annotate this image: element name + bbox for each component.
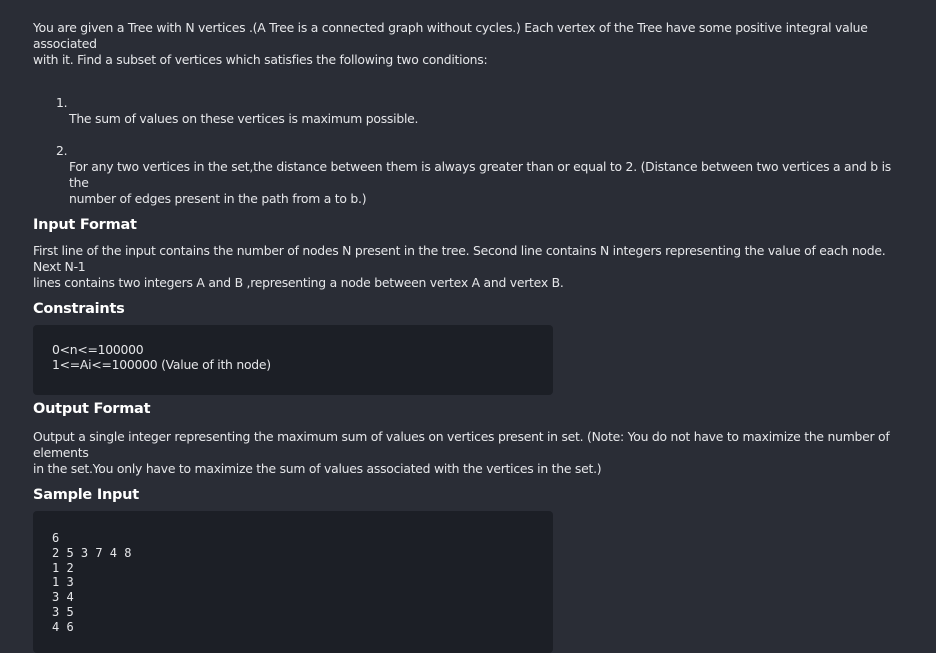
output-format-heading: Output Format	[33, 401, 151, 417]
input-format-text: First line of the input contains the num…	[33, 243, 886, 290]
constraints-code-block: 0<n<=100000 1<=Ai<=100000 (Value of ith …	[33, 325, 553, 395]
sample-input-heading: Sample Input	[33, 487, 139, 503]
input-format-heading: Input Format	[33, 217, 137, 233]
conditions-list: 1. The sum of values on these vertices i…	[33, 79, 913, 207]
condition-item: 1. The sum of values on these vertices i…	[56, 79, 913, 127]
condition-number: 1.	[56, 95, 68, 110]
problem-statement: You are given a Tree with N vertices .(A…	[33, 20, 913, 653]
constraints-heading: Constraints	[33, 301, 125, 317]
constraints-text: 0<n<=100000 1<=Ai<=100000 (Value of ith …	[52, 342, 271, 372]
sample-input-code-block: 6 2 5 3 7 4 8 1 2 1 3 3 4 3 5 4 6	[33, 511, 553, 653]
condition-text: For any two vertices in the set,the dist…	[69, 159, 891, 206]
output-format-text: Output a single integer representing the…	[33, 429, 890, 476]
sample-input-text: 6 2 5 3 7 4 8 1 2 1 3 3 4 3 5 4 6	[52, 531, 132, 634]
condition-number: 2.	[56, 143, 68, 158]
condition-text: The sum of values on these vertices is m…	[69, 111, 419, 126]
problem-description: You are given a Tree with N vertices .(A…	[33, 20, 868, 67]
condition-item: 2. For any two vertices in the set,the d…	[56, 127, 913, 207]
